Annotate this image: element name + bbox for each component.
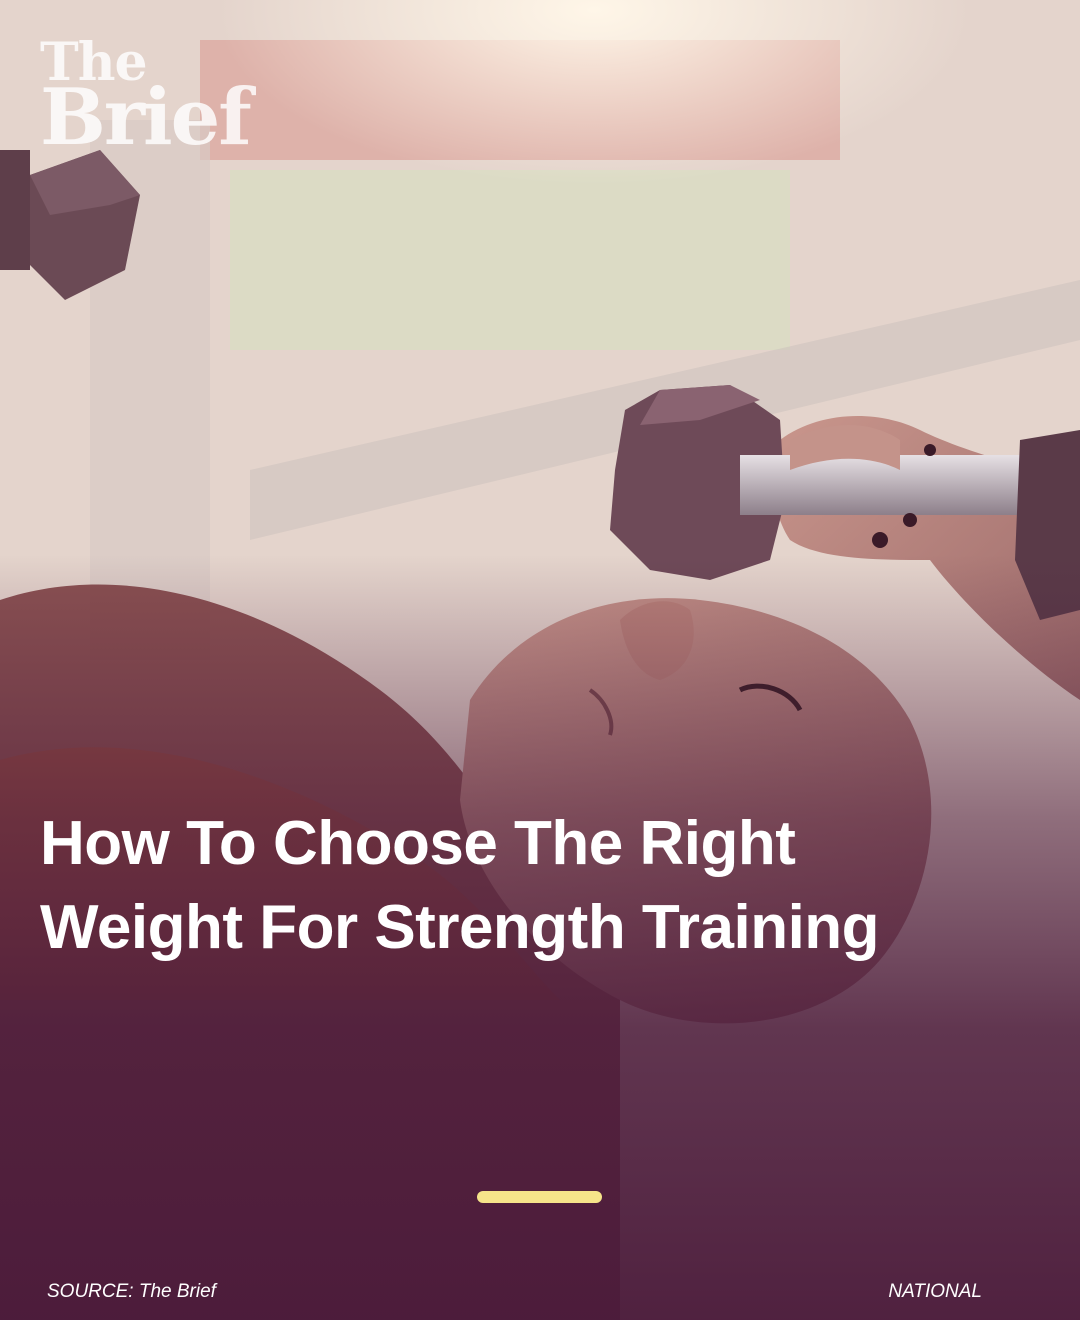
brand-logo[interactable]: The Brief bbox=[40, 37, 252, 163]
category-label: NATIONAL bbox=[888, 1281, 982, 1302]
story-card[interactable]: The Brief How To Choose The Right Weight… bbox=[0, 0, 1080, 1320]
logo-word-brief: Brief bbox=[40, 71, 252, 163]
source-label: SOURCE: The Brief bbox=[47, 1281, 216, 1302]
gradient-overlay bbox=[0, 0, 1080, 1320]
headline[interactable]: How To Choose The Right Weight For Stren… bbox=[40, 802, 1000, 970]
slide-indicator bbox=[477, 1191, 602, 1203]
